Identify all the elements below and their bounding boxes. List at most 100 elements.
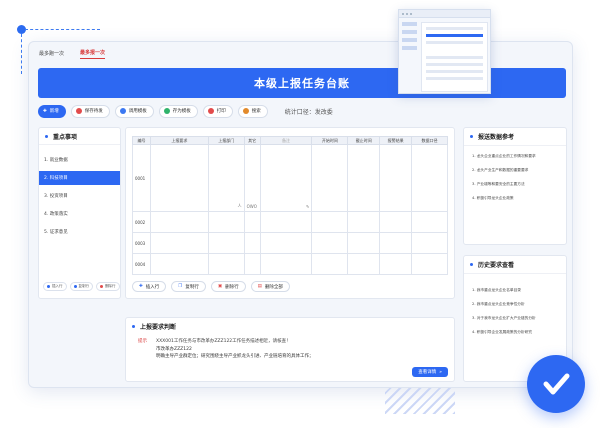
list-item[interactable]: 4. 政策落实: [39, 207, 120, 221]
list-item[interactable]: 4. 积极引导企业发展政策的分析研究: [472, 330, 558, 335]
left-actions: 插入行 复制行 删除行: [43, 282, 120, 291]
search-button[interactable]: 搜索: [237, 104, 268, 118]
list-item[interactable]: 3. 产业增等和要安全的主要方法: [472, 182, 558, 187]
add-button[interactable]: ✚ 新增: [38, 104, 66, 118]
table-cell[interactable]: [379, 144, 413, 212]
list-item[interactable]: 2. 龙头产业生产和数据的重要要求: [472, 168, 558, 173]
table-cell[interactable]: [243, 232, 261, 254]
app-window: 最多跑一次 最多报一次 本级上报任务台账 ✚ 新增 保存待发 调用模板 存为模板: [28, 41, 573, 388]
reference-list: 1. 龙头企业重点企业的工作情况和要求 2. 龙头产业生产和数据的重要要求 3.…: [464, 146, 566, 201]
table-cell[interactable]: [149, 211, 209, 233]
requirement-title: 上报要求判断: [126, 318, 454, 335]
table-cell[interactable]: [149, 232, 209, 254]
copy-icon: [73, 285, 77, 288]
window-dot-icon: [406, 12, 408, 15]
list-item[interactable]: 3. 投资项目: [39, 189, 120, 203]
delete-row-button[interactable]: ▣ 删除行: [210, 281, 246, 292]
table-row[interactable]: 0004: [132, 253, 448, 275]
table-cell[interactable]: [311, 253, 349, 275]
edit-icon[interactable]: ✎: [306, 204, 309, 209]
list-item[interactable]: 3. 对于我市龙头企业扩大产业链的分析: [472, 316, 558, 321]
task-table: 编号 上报要求 上报部门 其它 备注 开始时间 截止时间 报警结果 数据口径 0…: [132, 136, 448, 275]
delete-all-button[interactable]: ▤ 删除全部: [250, 281, 290, 292]
alert-message: XXX001工作任务与市改革办ZZZ122工作任务描述相近，请核查！: [156, 339, 291, 344]
table-row[interactable]: 0002: [132, 211, 448, 233]
save-template-button[interactable]: 存为模板: [158, 104, 198, 118]
list-item[interactable]: 4. 积极引导龙头企业政策: [472, 196, 558, 201]
copy-row-mini-label: 复制行: [78, 284, 90, 288]
column-header: 报警结果: [379, 136, 413, 145]
add-button-label: 新增: [49, 109, 59, 114]
list-item[interactable]: 1. 龙头企业重点企业的工作情况和要求: [472, 154, 558, 159]
table-cell[interactable]: [347, 211, 381, 233]
table-cell[interactable]: [411, 144, 448, 212]
row-number: 0003: [132, 232, 151, 254]
table-cell[interactable]: [379, 211, 413, 233]
tab-once-report[interactable]: 最多报一次: [80, 47, 106, 59]
row-number: 0004: [132, 253, 151, 275]
list-item[interactable]: 2. 科技项目: [39, 171, 120, 185]
view-details-button[interactable]: 查看详情 »: [412, 367, 448, 377]
use-template-button[interactable]: 调用模板: [114, 104, 154, 118]
thumbnail-bar: [426, 27, 483, 30]
table-cell[interactable]: [311, 144, 349, 212]
copy-row-button[interactable]: ❐ 复制行: [171, 281, 206, 292]
save-draft-button[interactable]: 保存待发: [70, 104, 110, 118]
table-row[interactable]: 0001 人 OWO ✎: [132, 144, 448, 212]
requirement-panel: 上报要求判断 提示 XXX001工作任务与市改革办ZZZ122工作任务描述相近，请…: [125, 317, 455, 382]
table-cell[interactable]: [207, 211, 245, 233]
task-table-panel: 编号 上报要求 上报部门 其它 备注 开始时间 截止时间 报警结果 数据口径 0…: [125, 127, 455, 299]
delete-row-mini-button[interactable]: 删除行: [96, 282, 120, 291]
template-icon: [119, 108, 126, 114]
list-item[interactable]: 2. 我市重点龙头企业竞争性分析: [472, 302, 558, 307]
table-cell[interactable]: [347, 232, 381, 254]
plus-icon: ✚: [43, 108, 47, 114]
tab-once-run[interactable]: 最多跑一次: [39, 48, 64, 59]
list-item[interactable]: 5. 证求意见: [39, 225, 120, 239]
list-item[interactable]: 1. 我市重点龙头企业名单目录: [472, 288, 558, 293]
table-cell[interactable]: [259, 211, 313, 233]
table-row[interactable]: 0003: [132, 232, 448, 254]
delete-row-mini-label: 删除行: [105, 284, 116, 288]
table-cell[interactable]: OWO: [243, 144, 261, 212]
decorative-stripes: [385, 388, 455, 414]
copy-row-mini-button[interactable]: 复制行: [69, 282, 93, 291]
column-header: 编号: [132, 136, 151, 145]
alert-label: 提示: [138, 339, 147, 344]
table-cell[interactable]: [311, 232, 349, 254]
table-cell[interactable]: [347, 144, 381, 212]
thumbnail-bar: [426, 34, 483, 37]
table-cell[interactable]: [347, 253, 381, 275]
reference-title-text: 报送数据参考: [478, 134, 515, 141]
title-bullet-icon: [470, 135, 473, 138]
table-cell[interactable]: [149, 253, 209, 275]
delete-icon: [100, 285, 103, 288]
table-cell[interactable]: [411, 211, 448, 233]
table-cell[interactable]: ✎: [259, 144, 313, 212]
key-items-list: 1. 就业数据 2. 科技项目 3. 投资项目 4. 政策落实 5. 证求意见: [39, 145, 120, 239]
table-cell[interactable]: [149, 144, 209, 212]
table-cell[interactable]: [207, 232, 245, 254]
column-header: 截止时间: [347, 136, 381, 145]
save-icon: [75, 108, 82, 114]
print-button[interactable]: 打印: [202, 104, 233, 118]
person-icon[interactable]: 人: [238, 203, 242, 209]
toolbar: ✚ 新增 保存待发 调用模板 存为模板 打印 搜索 统计口径：发改委: [38, 104, 333, 118]
table-cell[interactable]: [411, 253, 448, 275]
table-cell[interactable]: [259, 232, 313, 254]
insert-row-button[interactable]: ✚ 插入行: [132, 281, 167, 292]
table-cell[interactable]: [207, 253, 245, 275]
table-cell[interactable]: [379, 253, 413, 275]
table-cell[interactable]: [259, 253, 313, 275]
table-cell[interactable]: [243, 253, 261, 275]
clear-icon: ▤: [257, 284, 262, 289]
table-cell[interactable]: 人: [207, 144, 245, 212]
list-item[interactable]: 1. 就业数据: [39, 153, 120, 167]
table-cell[interactable]: [243, 211, 261, 233]
delete-row-label: 删除行: [225, 284, 239, 290]
table-cell[interactable]: [411, 232, 448, 254]
table-cell[interactable]: [379, 232, 413, 254]
insert-row-mini-button[interactable]: 插入行: [43, 282, 67, 291]
table-cell[interactable]: [311, 211, 349, 233]
copy-row-label: 复制行: [185, 284, 199, 290]
